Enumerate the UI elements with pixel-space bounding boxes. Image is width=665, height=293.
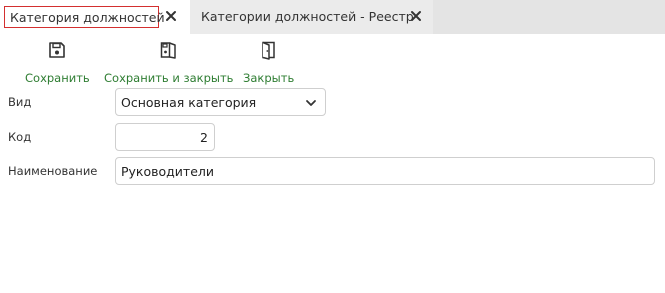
tab-position-category[interactable]: Категория должностей <box>0 0 190 34</box>
kind-select[interactable]: Основная категория <box>115 88 326 116</box>
save-button-label: Сохранить <box>25 71 90 85</box>
door-icon <box>259 40 279 64</box>
name-label: Наименование <box>8 164 98 178</box>
close-button[interactable]: Закрыть <box>243 40 294 85</box>
save-and-close-button-label: Сохранить и закрыть <box>104 71 234 85</box>
code-field[interactable] <box>115 123 215 151</box>
save-icon <box>47 40 67 64</box>
kind-label: Вид <box>8 95 32 109</box>
close-button-label: Закрыть <box>243 71 295 85</box>
name-field[interactable] <box>115 157 655 185</box>
toolbar: Сохранить Сохранить и закрыть Закрыть <box>0 34 665 85</box>
close-icon[interactable] <box>163 8 179 24</box>
tab-position-categories-registry[interactable]: Категории должностей - Реестр <box>190 0 433 34</box>
tab-label[interactable]: Категория должностей <box>4 6 165 28</box>
save-and-close-button[interactable]: Сохранить и закрыть <box>104 40 233 85</box>
close-icon[interactable] <box>408 8 424 24</box>
code-label: Код <box>8 130 32 144</box>
tab-label[interactable]: Категории должностей - Реестр <box>201 9 414 24</box>
tab-bar: Категория должностей Категории должносте… <box>0 0 665 34</box>
kind-select-value: Основная категория <box>121 94 257 110</box>
save-button[interactable]: Сохранить <box>25 40 90 85</box>
chevron-down-icon <box>305 97 317 109</box>
save-and-close-icon <box>159 40 179 64</box>
